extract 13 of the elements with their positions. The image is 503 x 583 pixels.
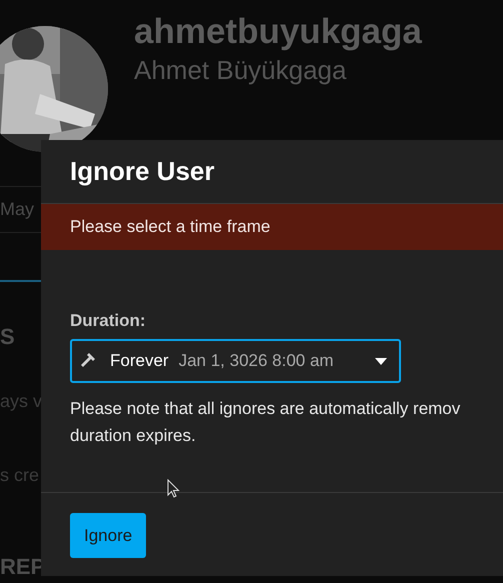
field-label: Duration: (70, 310, 147, 332)
full-name: Ahmet Büyükgaga (134, 54, 348, 86)
dialog-title: Ignore User (70, 155, 214, 188)
ignore-button[interactable]: Ignore (70, 513, 146, 558)
error-message: Please select a time frame (70, 216, 270, 238)
note-text: duration expires. (70, 425, 196, 447)
cursor-icon (167, 479, 180, 499)
date-text: May (0, 198, 34, 221)
section-heading: S (0, 323, 15, 351)
duration-select[interactable]: Forever Jan 1, 3026 8:00 am (70, 339, 401, 383)
username: ahmetbuyukgaga (134, 12, 422, 52)
note-text: Please note that all ignores are automatically remov (70, 398, 460, 420)
caret-icon (375, 358, 387, 364)
